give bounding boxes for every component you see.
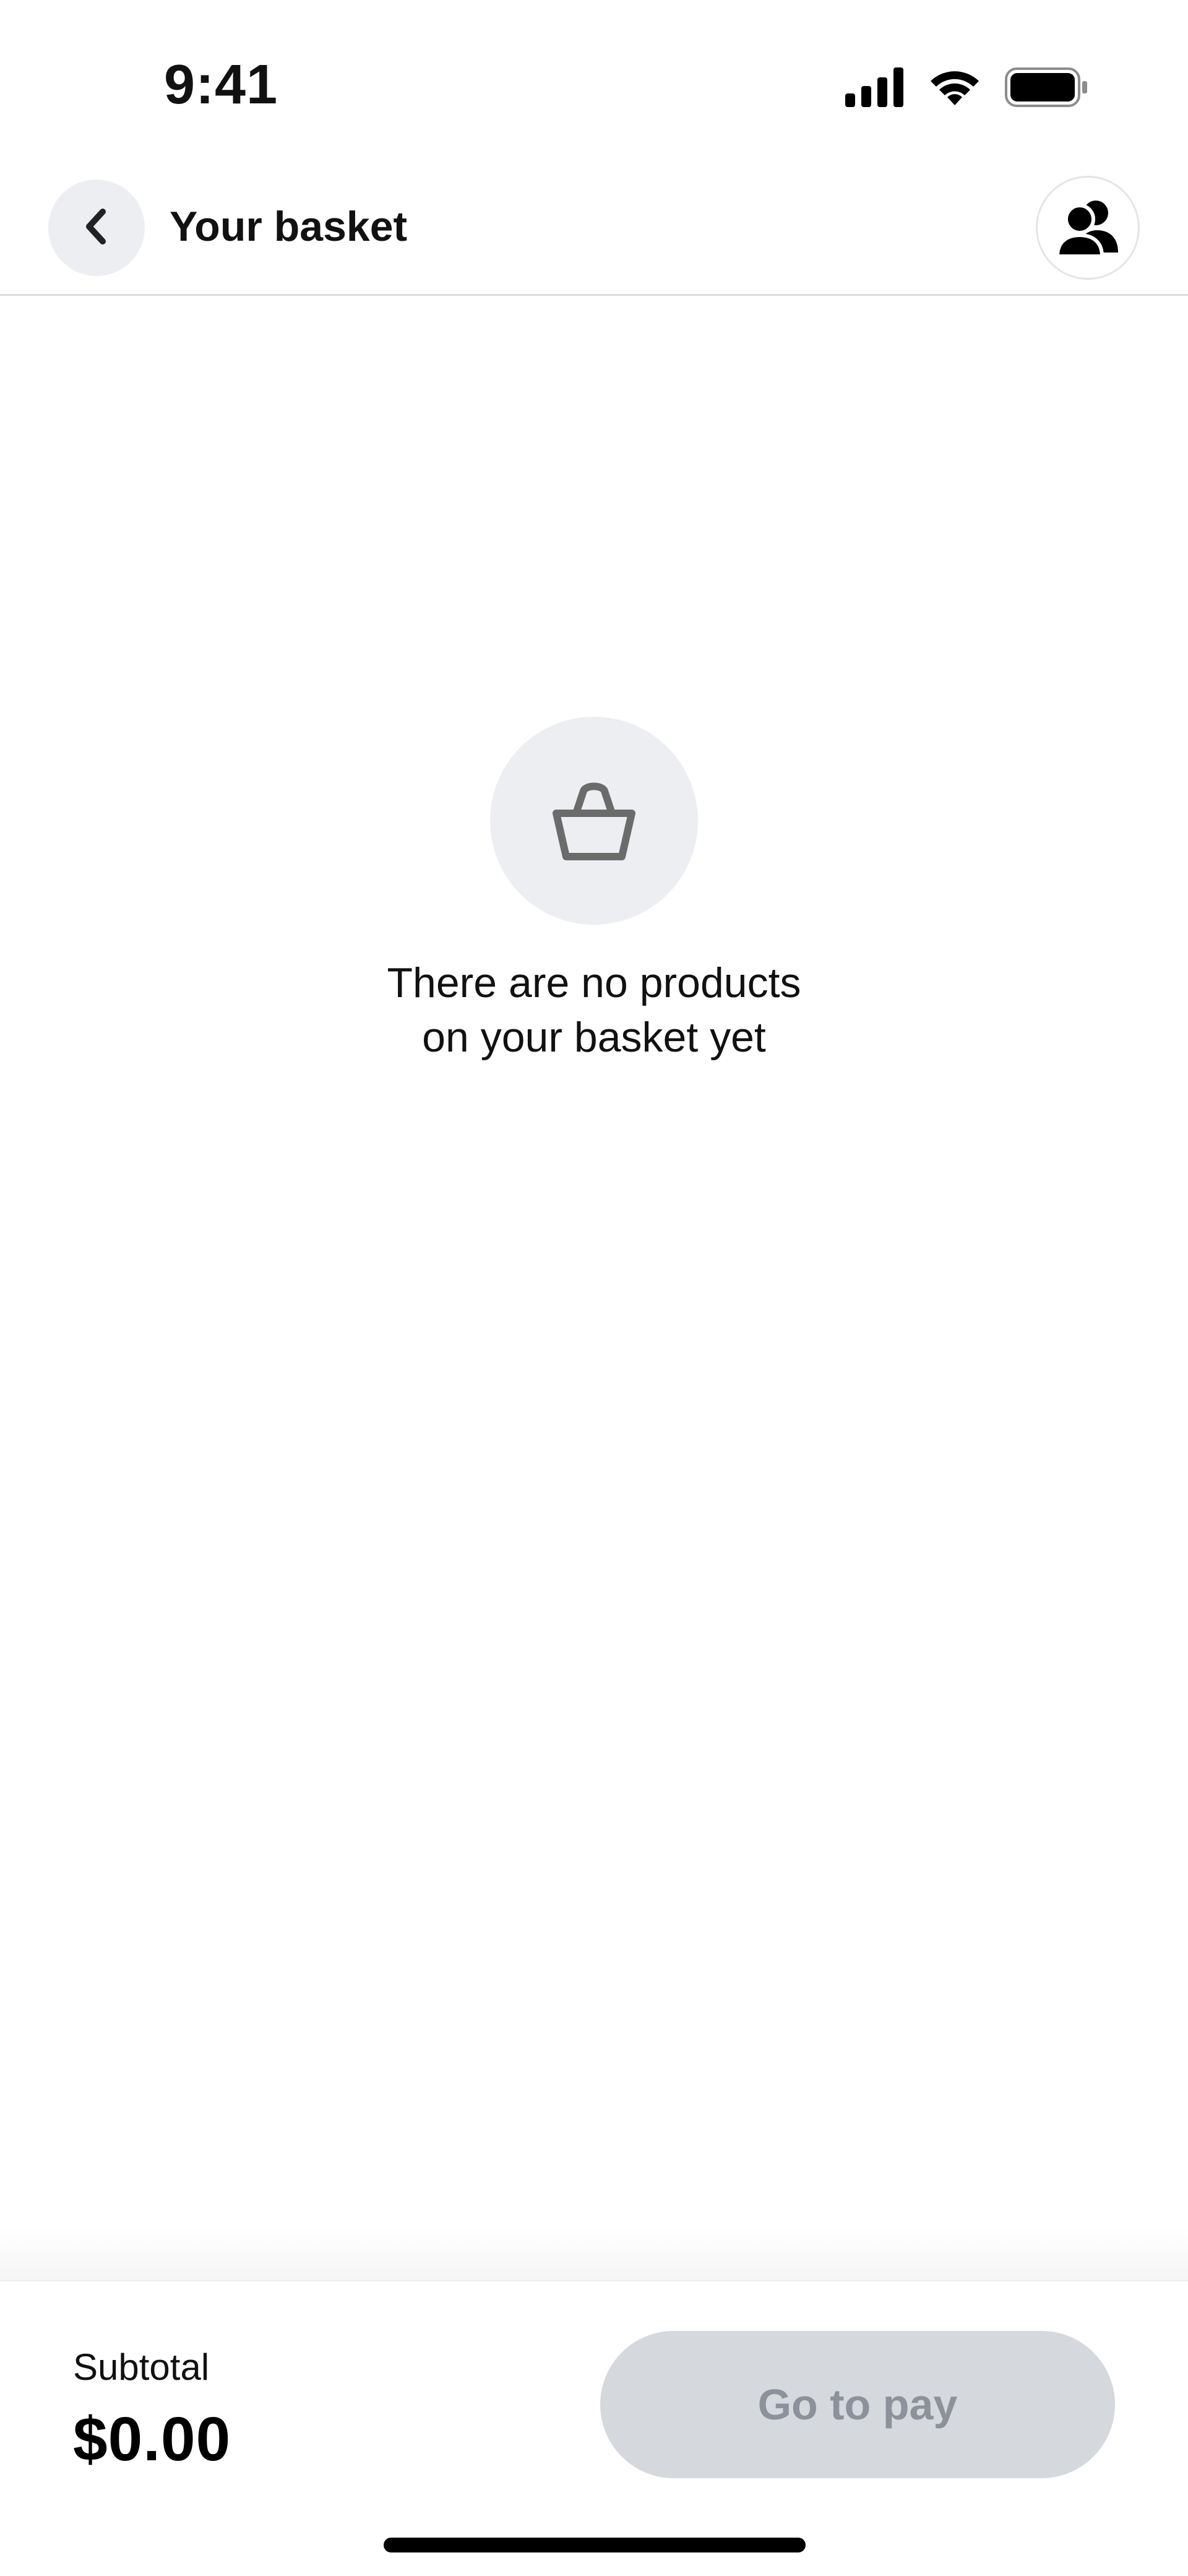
checkout-footer: Subtotal $0.00 Go to pay [0, 2280, 1188, 2576]
go-to-pay-button[interactable]: Go to pay [600, 2331, 1115, 2478]
people-icon [1054, 196, 1122, 261]
empty-basket-icon-circle [490, 717, 698, 925]
status-time: 9:41 [164, 54, 278, 116]
page-title: Your basket [170, 203, 408, 250]
cellular-signal-icon [845, 67, 905, 110]
basket-icon [548, 776, 640, 866]
empty-message-line-1: There are no products [387, 959, 801, 1006]
home-indicator [384, 2538, 806, 2552]
status-icons [845, 67, 1089, 110]
battery-icon [1005, 67, 1089, 110]
chevron-left-icon [79, 207, 114, 249]
share-basket-button[interactable] [1036, 176, 1140, 280]
subtotal-value: $0.00 [73, 2405, 231, 2474]
wifi-icon [927, 67, 983, 111]
empty-basket-state: There are no products on your basket yet [0, 717, 1188, 1065]
back-button[interactable] [48, 179, 145, 276]
header: Your basket [0, 161, 1188, 296]
subtotal-label: Subtotal [73, 2346, 210, 2388]
empty-basket-message: There are no products on your basket yet [285, 956, 903, 1065]
empty-message-line-2: on your basket yet [422, 1014, 766, 1061]
footer-shadow [0, 2228, 1188, 2280]
status-bar: 9:41 [0, 0, 1188, 161]
